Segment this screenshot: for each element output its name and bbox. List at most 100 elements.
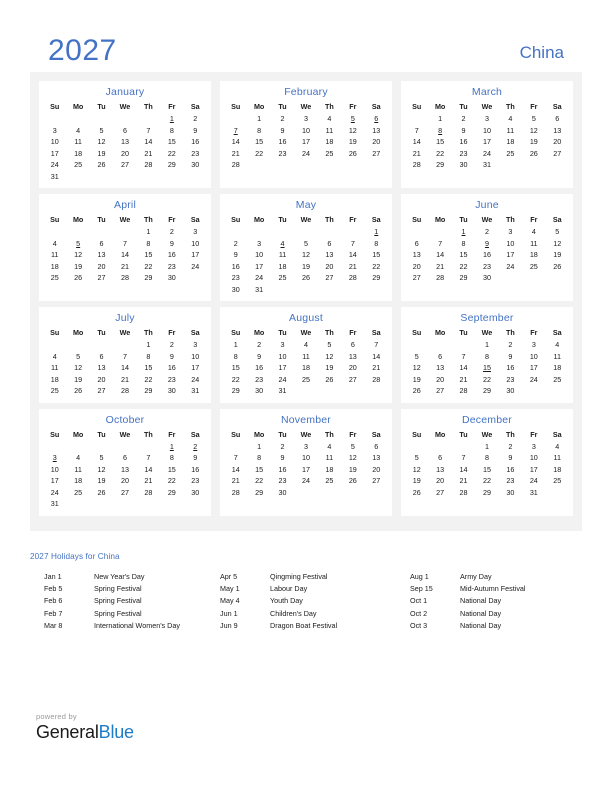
day-cell[interactable]: 20 — [546, 136, 569, 148]
day-cell[interactable]: 18 — [318, 136, 341, 148]
day-cell[interactable]: 19 — [66, 261, 89, 273]
day-cell[interactable]: 17 — [294, 136, 317, 148]
day-cell[interactable]: 22 — [137, 261, 160, 273]
day-cell[interactable]: 20 — [113, 475, 136, 487]
day-cell[interactable]: 13 — [428, 362, 451, 374]
day-cell-holiday[interactable]: 1 — [224, 339, 247, 351]
day-cell[interactable]: 27 — [341, 374, 364, 386]
day-cell[interactable]: 21 — [113, 374, 136, 386]
day-cell[interactable]: 15 — [452, 249, 475, 261]
day-cell[interactable]: 24 — [475, 148, 498, 160]
day-cell[interactable]: 13 — [365, 125, 388, 137]
day-cell[interactable]: 13 — [113, 464, 136, 476]
day-cell[interactable]: 15 — [365, 249, 388, 261]
day-cell[interactable]: 22 — [224, 374, 247, 386]
day-cell[interactable]: 31 — [522, 487, 545, 499]
day-cell[interactable]: 28 — [113, 385, 136, 397]
day-cell[interactable]: 29 — [137, 272, 160, 284]
day-cell[interactable]: 7 — [452, 351, 475, 363]
day-cell[interactable]: 19 — [90, 148, 113, 160]
day-cell[interactable]: 10 — [184, 238, 207, 250]
day-cell[interactable]: 31 — [475, 159, 498, 171]
day-cell[interactable]: 3 — [522, 441, 545, 453]
day-cell[interactable]: 2 — [475, 226, 498, 238]
day-cell[interactable]: 10 — [43, 464, 66, 476]
day-cell[interactable]: 2 — [184, 113, 207, 125]
day-cell[interactable]: 7 — [113, 238, 136, 250]
day-cell[interactable]: 22 — [365, 261, 388, 273]
day-cell[interactable]: 25 — [271, 272, 294, 284]
day-cell[interactable]: 16 — [160, 362, 183, 374]
day-cell[interactable]: 4 — [43, 238, 66, 250]
day-cell[interactable]: 20 — [90, 261, 113, 273]
day-cell[interactable]: 27 — [365, 148, 388, 160]
day-cell[interactable]: 6 — [405, 238, 428, 250]
day-cell[interactable]: 16 — [224, 261, 247, 273]
day-cell[interactable]: 14 — [365, 351, 388, 363]
day-cell[interactable]: 17 — [184, 362, 207, 374]
day-cell[interactable]: 9 — [271, 125, 294, 137]
day-cell[interactable]: 14 — [137, 464, 160, 476]
day-cell[interactable]: 30 — [160, 272, 183, 284]
day-cell-holiday[interactable]: 5 — [66, 238, 89, 250]
day-cell[interactable]: 25 — [66, 159, 89, 171]
day-cell[interactable]: 3 — [522, 339, 545, 351]
day-cell[interactable]: 7 — [224, 452, 247, 464]
day-cell[interactable]: 5 — [546, 226, 569, 238]
day-cell[interactable]: 1 — [475, 339, 498, 351]
day-cell[interactable]: 25 — [43, 272, 66, 284]
day-cell[interactable]: 8 — [137, 238, 160, 250]
day-cell[interactable]: 16 — [184, 136, 207, 148]
day-cell[interactable]: 9 — [184, 125, 207, 137]
day-cell[interactable]: 21 — [137, 148, 160, 160]
day-cell[interactable]: 2 — [224, 238, 247, 250]
day-cell[interactable]: 12 — [90, 136, 113, 148]
day-cell[interactable]: 13 — [113, 136, 136, 148]
day-cell[interactable]: 3 — [184, 226, 207, 238]
day-cell[interactable]: 9 — [224, 249, 247, 261]
day-cell[interactable]: 26 — [405, 385, 428, 397]
day-cell[interactable]: 24 — [43, 487, 66, 499]
day-cell[interactable]: 11 — [318, 125, 341, 137]
day-cell[interactable]: 21 — [452, 374, 475, 386]
day-cell-holiday[interactable]: 15 — [475, 362, 498, 374]
day-cell[interactable]: 12 — [522, 125, 545, 137]
day-cell[interactable]: 15 — [160, 136, 183, 148]
day-cell[interactable]: 29 — [224, 385, 247, 397]
day-cell[interactable]: 11 — [66, 136, 89, 148]
day-cell-holiday[interactable]: 1 — [452, 226, 475, 238]
day-cell[interactable]: 13 — [90, 249, 113, 261]
day-cell[interactable]: 15 — [247, 136, 270, 148]
day-cell[interactable]: 8 — [224, 351, 247, 363]
day-cell[interactable]: 17 — [475, 136, 498, 148]
day-cell[interactable]: 31 — [184, 385, 207, 397]
day-cell[interactable]: 3 — [294, 113, 317, 125]
day-cell[interactable]: 12 — [405, 464, 428, 476]
day-cell[interactable]: 30 — [247, 385, 270, 397]
day-cell[interactable]: 24 — [522, 374, 545, 386]
day-cell[interactable]: 5 — [341, 441, 364, 453]
day-cell[interactable]: 27 — [113, 159, 136, 171]
day-cell[interactable]: 3 — [43, 125, 66, 137]
day-cell[interactable]: 12 — [546, 238, 569, 250]
day-cell[interactable]: 28 — [405, 159, 428, 171]
day-cell[interactable]: 4 — [66, 452, 89, 464]
day-cell[interactable]: 15 — [160, 464, 183, 476]
day-cell[interactable]: 26 — [294, 272, 317, 284]
day-cell[interactable]: 18 — [522, 249, 545, 261]
day-cell[interactable]: 21 — [137, 475, 160, 487]
day-cell[interactable]: 24 — [294, 475, 317, 487]
day-cell[interactable]: 4 — [66, 125, 89, 137]
day-cell[interactable]: 12 — [341, 452, 364, 464]
day-cell[interactable]: 2 — [160, 226, 183, 238]
day-cell[interactable]: 28 — [137, 159, 160, 171]
day-cell[interactable]: 17 — [43, 475, 66, 487]
day-cell[interactable]: 23 — [160, 261, 183, 273]
day-cell[interactable]: 15 — [137, 362, 160, 374]
day-cell[interactable]: 1 — [428, 113, 451, 125]
day-cell-holiday[interactable]: 2 — [184, 441, 207, 453]
day-cell[interactable]: 31 — [247, 284, 270, 296]
day-cell[interactable]: 5 — [405, 452, 428, 464]
day-cell[interactable]: 9 — [271, 452, 294, 464]
day-cell[interactable]: 6 — [341, 339, 364, 351]
